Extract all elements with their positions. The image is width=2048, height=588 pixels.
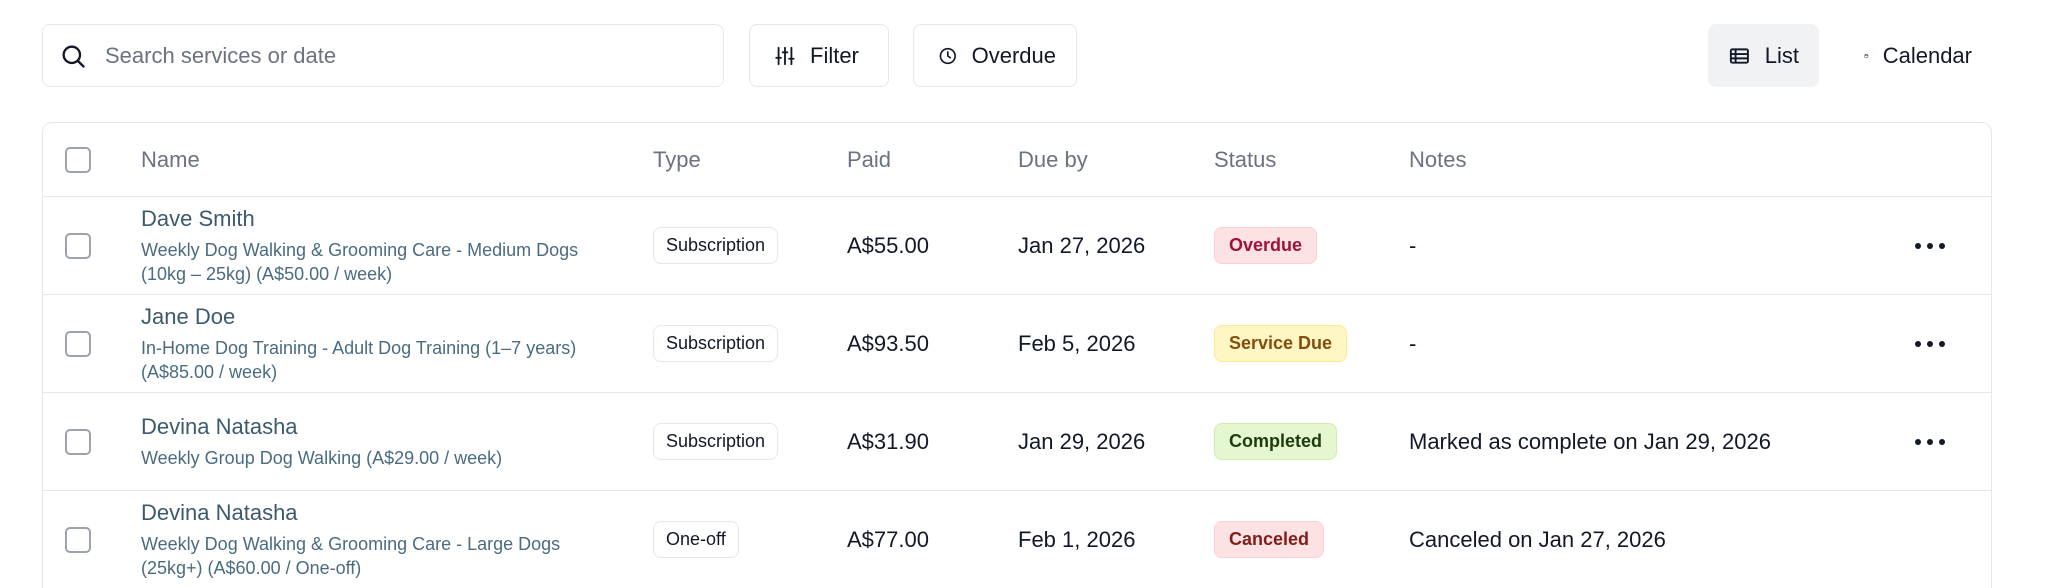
search-input[interactable]: [105, 42, 665, 69]
overdue-label: Overdue: [971, 42, 1056, 68]
row-checkbox[interactable]: [65, 428, 91, 455]
type-pill: One-off: [653, 521, 739, 558]
type-pill: Subscription: [653, 325, 779, 362]
status-cell: Canceled: [1214, 491, 1325, 588]
row-actions-button[interactable]: [1915, 295, 1955, 392]
table-row[interactable]: Devina Natasha Weekly Dog Walking & Groo…: [43, 491, 1991, 588]
status-badge: Overdue: [1214, 227, 1318, 264]
column-header-name[interactable]: Name: [141, 123, 621, 196]
type-pill: Subscription: [653, 423, 779, 460]
search-box[interactable]: [42, 24, 724, 87]
table-row[interactable]: Jane Doe In-Home Dog Training - Adult Do…: [43, 295, 1991, 393]
row-checkbox[interactable]: [65, 330, 91, 357]
view-list-label: List: [1764, 42, 1799, 68]
clock-icon: [939, 47, 956, 64]
column-header-status[interactable]: Status: [1214, 123, 1276, 196]
toolbar: Filter Overdue List Calendar: [42, 24, 1992, 88]
notes-text: Marked as complete on Jan 29, 2026: [1409, 428, 1772, 454]
column-header-due-by[interactable]: Due by: [1018, 123, 1088, 196]
status-badge: Completed: [1214, 423, 1338, 460]
client-name[interactable]: Devina Natasha: [141, 413, 298, 441]
view-list-button[interactable]: List: [1708, 24, 1819, 87]
more-horizontal-icon: [1915, 242, 1945, 249]
column-header-type[interactable]: Type: [653, 123, 701, 196]
due-date: Jan 29, 2026: [1018, 428, 1146, 454]
due-date: Feb 5, 2026: [1018, 330, 1136, 356]
row-actions-button[interactable]: [1915, 393, 1955, 490]
paid-amount: A$77.00: [847, 526, 929, 552]
more-horizontal-icon: [1915, 340, 1945, 347]
overdue-button[interactable]: Overdue: [913, 24, 1077, 87]
status-cell: Service Due: [1214, 295, 1348, 392]
column-header-notes[interactable]: Notes: [1409, 123, 1466, 196]
row-select-cell: [65, 491, 93, 588]
view-calendar-button[interactable]: Calendar: [1844, 24, 1992, 87]
client-name[interactable]: Devina Natasha: [141, 499, 298, 527]
select-all-cell: [65, 123, 93, 196]
name-cell: Devina Natasha Weekly Group Dog Walking …: [141, 393, 621, 490]
view-calendar-label: Calendar: [1882, 42, 1972, 68]
table-header: Name Type Paid Due by Status Notes: [43, 123, 1991, 197]
notes-text: -: [1409, 232, 1417, 258]
select-all-checkbox[interactable]: [65, 146, 91, 173]
type-cell: Subscription: [653, 197, 779, 294]
list-icon: [1729, 47, 1749, 64]
paid-amount: A$55.00: [847, 232, 929, 258]
client-name[interactable]: Dave Smith: [141, 205, 255, 233]
service-description: Weekly Group Dog Walking (A$29.00 / week…: [141, 448, 503, 468]
client-name[interactable]: Jane Doe: [141, 303, 235, 331]
row-checkbox[interactable]: [65, 232, 91, 259]
type-cell: One-off: [653, 491, 739, 588]
service-description: Weekly Dog Walking & Grooming Care - Med…: [141, 240, 579, 284]
filter-button[interactable]: Filter: [749, 24, 889, 87]
filter-label: Filter: [810, 42, 859, 68]
type-cell: Subscription: [653, 393, 779, 490]
notes-text: -: [1409, 330, 1417, 356]
table-row[interactable]: Dave Smith Weekly Dog Walking & Grooming…: [43, 197, 1991, 295]
type-cell: Subscription: [653, 295, 779, 392]
services-table: Name Type Paid Due by Status Notes Dave …: [42, 122, 1992, 588]
table-row[interactable]: Devina Natasha Weekly Group Dog Walking …: [43, 393, 1991, 491]
due-date: Jan 27, 2026: [1018, 232, 1146, 258]
search-icon: [62, 45, 85, 68]
column-header-paid[interactable]: Paid: [847, 123, 891, 196]
type-pill: Subscription: [653, 227, 779, 264]
calendar-icon: [1864, 53, 1869, 58]
row-select-cell: [65, 393, 93, 490]
more-horizontal-icon: [1915, 438, 1945, 445]
status-cell: Completed: [1214, 393, 1338, 490]
sliders-icon: [775, 46, 795, 65]
row-checkbox[interactable]: [65, 526, 91, 553]
service-description: In-Home Dog Training - Adult Dog Trainin…: [141, 338, 577, 382]
name-cell: Jane Doe In-Home Dog Training - Adult Do…: [141, 295, 621, 392]
due-date: Feb 1, 2026: [1018, 526, 1136, 552]
service-description: Weekly Dog Walking & Grooming Care - Lar…: [141, 534, 561, 578]
status-badge: Canceled: [1214, 521, 1325, 558]
row-select-cell: [65, 295, 93, 392]
status-cell: Overdue: [1214, 197, 1318, 294]
row-actions-button[interactable]: [1915, 197, 1955, 294]
name-cell: Devina Natasha Weekly Dog Walking & Groo…: [141, 491, 621, 588]
name-cell: Dave Smith Weekly Dog Walking & Grooming…: [141, 197, 621, 294]
row-select-cell: [65, 197, 93, 294]
notes-text: Canceled on Jan 27, 2026: [1409, 526, 1666, 552]
paid-amount: A$31.90: [847, 428, 929, 454]
paid-amount: A$93.50: [847, 330, 929, 356]
status-badge: Service Due: [1214, 325, 1348, 362]
